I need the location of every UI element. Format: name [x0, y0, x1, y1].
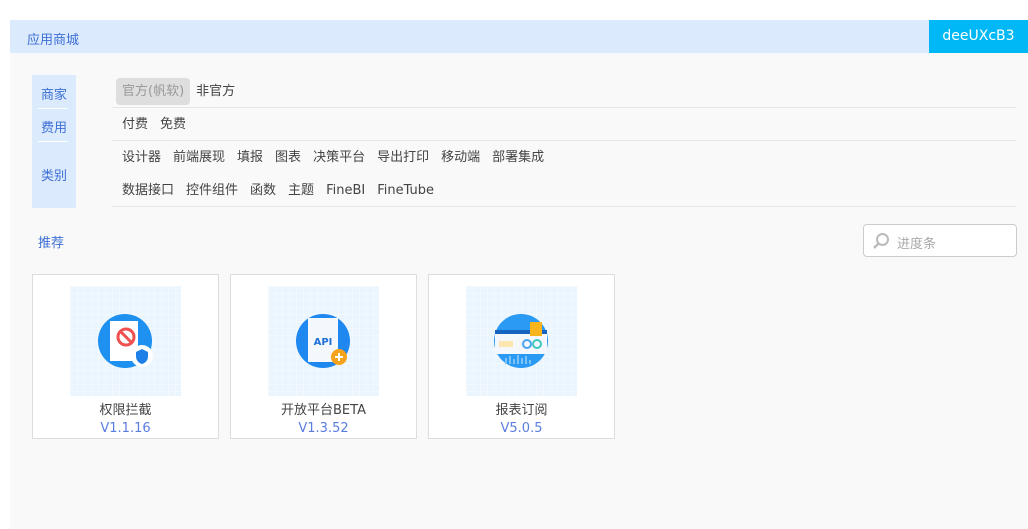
category-option[interactable]: 函数 — [244, 177, 282, 204]
category-options-row1: 设计器 前端展现 填报 图表 决策平台 导出打印 移动端 部署集成 — [116, 144, 1016, 171]
user-name-button[interactable]: deeUXcB3 — [929, 20, 1028, 53]
plugin-version: V1.3.52 — [298, 421, 349, 436]
plugin-name: 报表订阅 — [495, 403, 548, 418]
plugin-card[interactable]: 权限拦截 V1.1.16 — [32, 274, 219, 439]
category-option[interactable]: 主题 — [282, 177, 320, 204]
category-option[interactable]: 控件组件 — [180, 177, 244, 204]
filter-unofficial[interactable]: 非官方 — [190, 78, 241, 105]
filter-official[interactable]: 官方(帆软) — [116, 78, 191, 105]
merchant-label: 商家 — [40, 88, 67, 103]
search-placeholder: 进度条 — [897, 237, 937, 252]
category-option[interactable]: FineTube — [371, 177, 440, 204]
category-option[interactable]: 移动端 — [435, 144, 486, 171]
search-icon — [873, 233, 889, 249]
svg-text:API: API — [314, 337, 333, 348]
plugin-name: 权限拦截 — [99, 403, 152, 418]
fee-options: 付费 免费 — [116, 111, 1016, 138]
page-title: 应用商城 — [27, 33, 80, 48]
filter-labels: 商家 费用 类别 — [32, 75, 76, 208]
category-option[interactable]: 部署集成 — [486, 144, 550, 171]
recommend-link[interactable]: 推荐 — [38, 232, 64, 251]
filter-free[interactable]: 免费 — [154, 111, 192, 138]
permission-block-icon — [98, 314, 153, 368]
merchant-options: 官方(帆软) 非官方 — [116, 78, 1016, 105]
api-icon: API — [296, 314, 350, 368]
search-input[interactable]: 进度条 — [863, 224, 1017, 257]
plugin-version: V5.0.5 — [500, 421, 543, 436]
divider — [38, 108, 68, 109]
plugin-card[interactable]: 报表订阅 V5.0.5 — [428, 274, 615, 439]
main-content: 商家 费用 类别 官方(帆软) 非官方 付费 免费 设计器 前端展现 填报 图表… — [10, 53, 1028, 529]
category-option[interactable]: 图表 — [269, 144, 307, 171]
plugin-image — [70, 286, 181, 396]
filter-paid[interactable]: 付费 — [116, 111, 154, 138]
category-options-row2: 数据接口 控件组件 函数 主题 FineBI FineTube — [116, 177, 1016, 204]
category-option[interactable]: 导出打印 — [371, 144, 435, 171]
category-option[interactable]: 设计器 — [116, 144, 167, 171]
category-option[interactable]: 决策平台 — [307, 144, 371, 171]
category-option[interactable]: 前端展现 — [167, 144, 231, 171]
category-option[interactable]: FineBI — [320, 177, 371, 204]
app-header: 应用商城 deeUXcB3 — [10, 20, 1028, 53]
fee-label: 费用 — [40, 121, 67, 136]
plugin-version: V1.1.16 — [100, 421, 151, 436]
plugin-image — [466, 286, 577, 396]
report-subscribe-icon — [494, 314, 548, 368]
divider — [112, 206, 1016, 207]
category-label: 类别 — [40, 169, 67, 184]
plugin-card[interactable]: API 开放平台BETA V1.3.52 — [230, 274, 417, 439]
category-option[interactable]: 数据接口 — [116, 177, 180, 204]
category-option[interactable]: 填报 — [231, 144, 269, 171]
divider — [112, 140, 1016, 141]
plugin-image: API — [268, 286, 379, 396]
plugin-name: 开放平台BETA — [281, 403, 366, 418]
divider — [112, 107, 1016, 108]
divider — [38, 141, 68, 142]
